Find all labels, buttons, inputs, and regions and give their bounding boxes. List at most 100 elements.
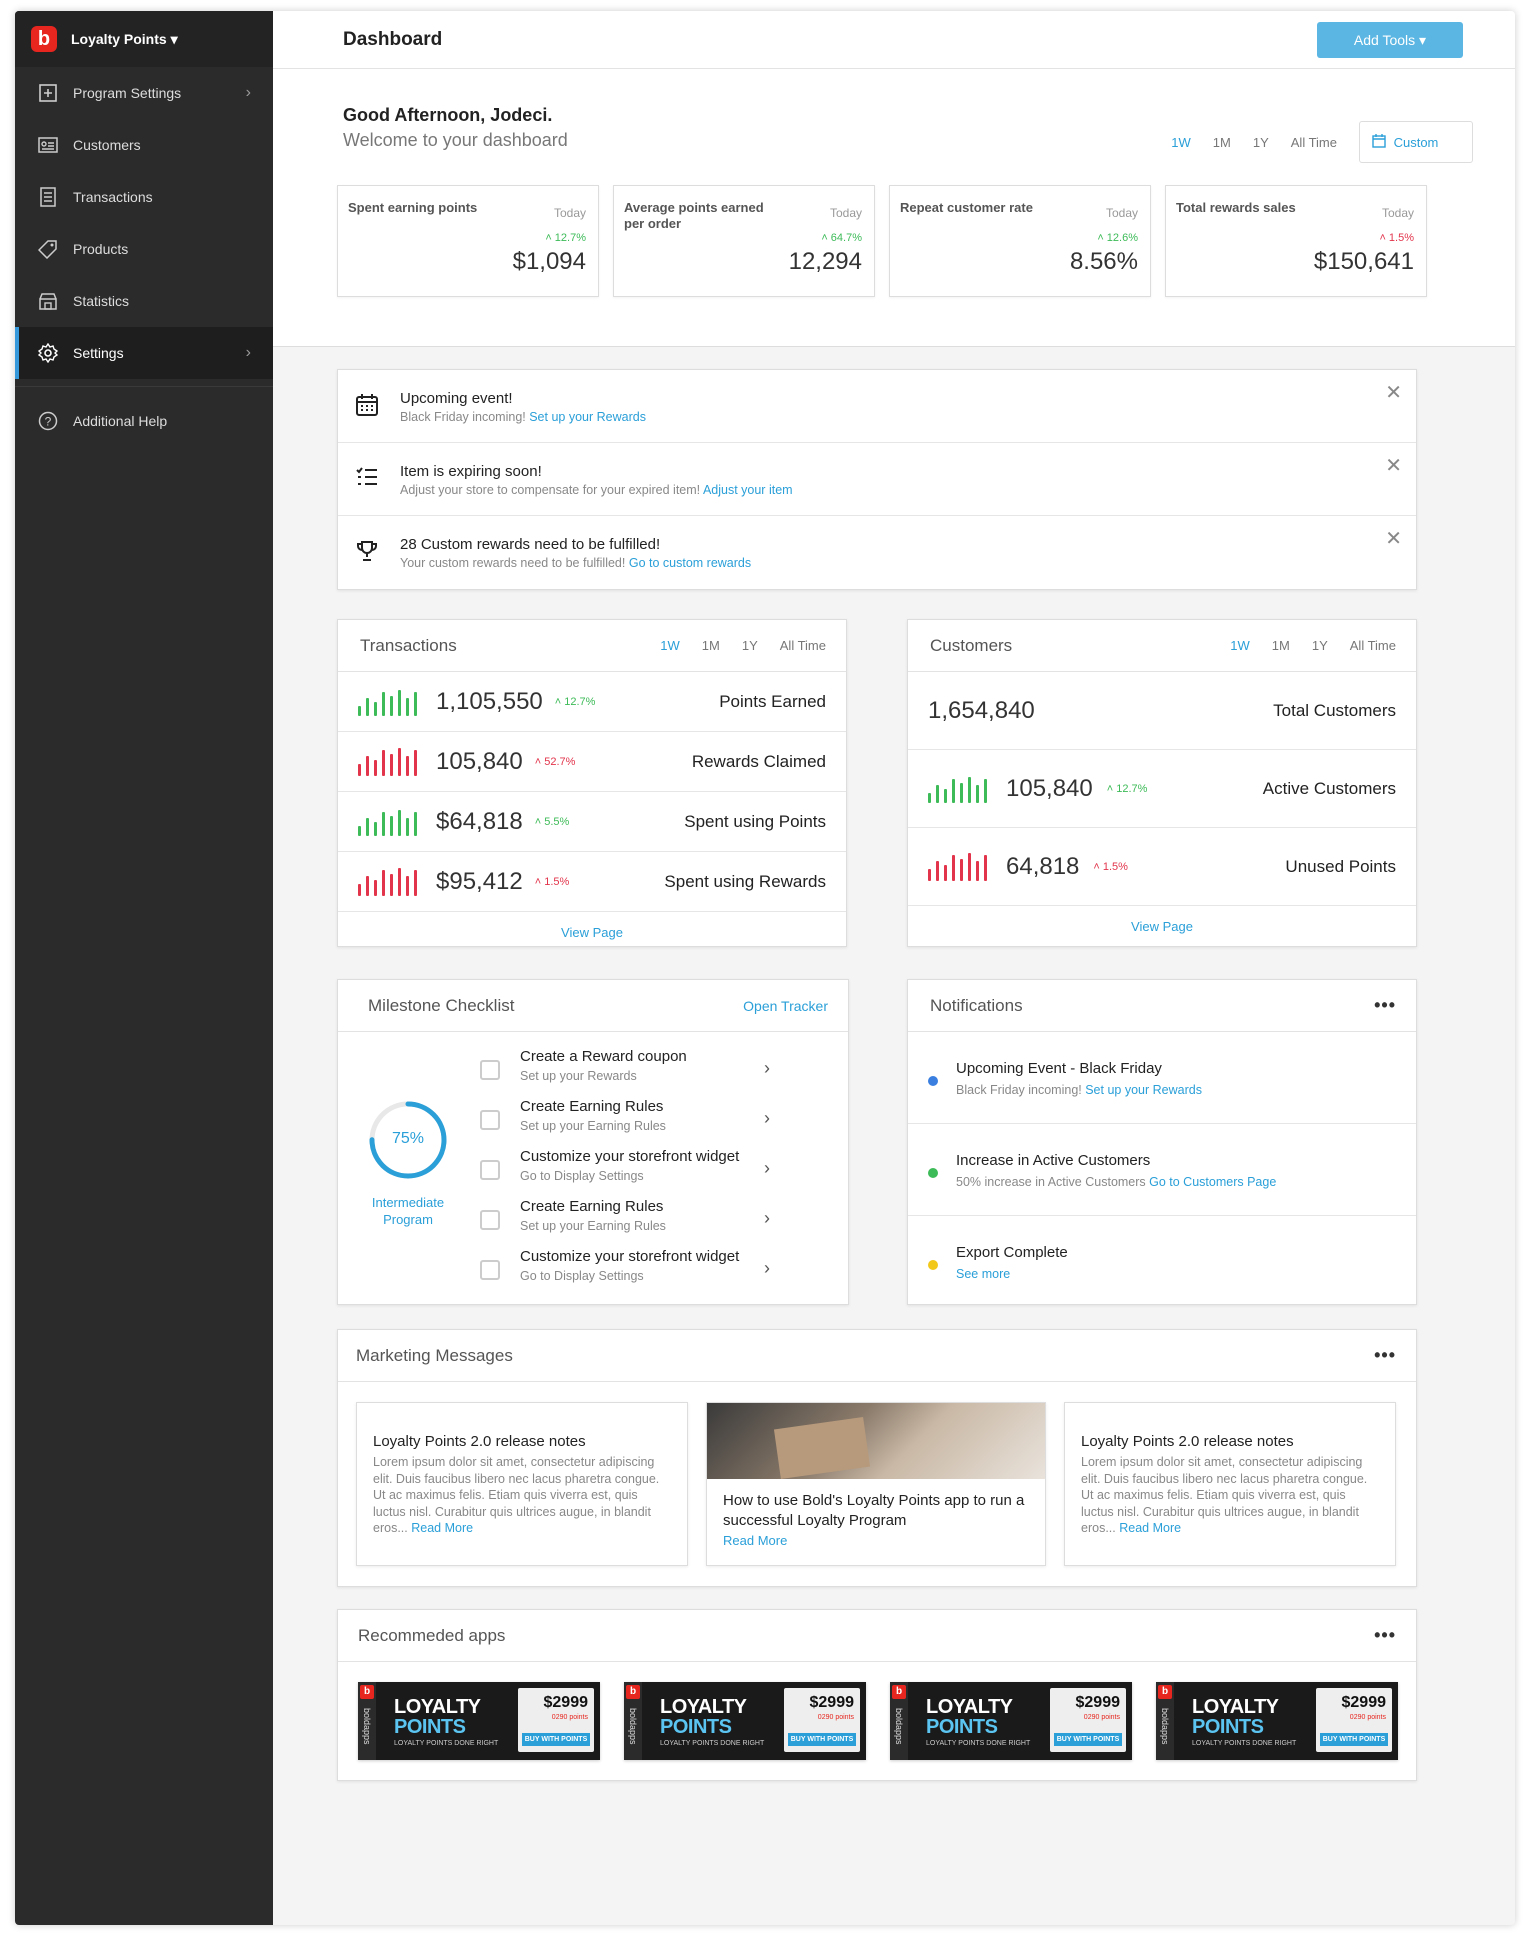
table-row[interactable]: 1,105,550 ˄ 12.7% Points Earned — [338, 672, 846, 732]
checkbox[interactable] — [480, 1110, 500, 1130]
vendor-label: boldapps — [894, 1708, 904, 1745]
checkbox[interactable] — [480, 1060, 500, 1080]
sidebar-item-products[interactable]: Products — [15, 223, 273, 275]
sidebar-item-label: Settings — [73, 345, 124, 361]
close-icon[interactable]: ✕ — [1385, 380, 1402, 405]
card-header: Customers 1W 1M 1Y All Time — [908, 620, 1416, 672]
range-1m[interactable]: 1M — [1213, 135, 1231, 150]
checkbox[interactable] — [480, 1210, 500, 1230]
buy-with-points-button[interactable]: BUY WITH POINTS — [1320, 1733, 1388, 1746]
more-icon[interactable]: ••• — [1374, 995, 1396, 1016]
checkbox[interactable] — [480, 1160, 500, 1180]
sparkline-bar — [928, 792, 931, 803]
notification-link[interactable]: See more — [956, 1267, 1010, 1281]
sparkline-bar — [382, 749, 385, 776]
range-1w[interactable]: 1W — [1230, 638, 1250, 653]
alert-link[interactable]: Go to custom rewards — [629, 556, 751, 570]
buy-with-points-button[interactable]: BUY WITH POINTS — [522, 1733, 590, 1746]
sparkline-bar — [960, 782, 963, 803]
marketing-message[interactable]: Loyalty Points 2.0 release notes Lorem i… — [1064, 1402, 1396, 1566]
range-all-time[interactable]: All Time — [1350, 638, 1396, 653]
recommended-apps-card: Recommeded apps ••• b boldapps LOYALTY POIN… — [337, 1609, 1417, 1781]
app-banner[interactable]: b boldapps LOYALTY POINTS LOYALTY POINTS DON… — [358, 1682, 600, 1760]
sidebar-item-program-settings[interactable]: Program Settings › — [15, 67, 273, 119]
metric-label: Total Customers — [1273, 700, 1396, 720]
range-all-time[interactable]: All Time — [1291, 135, 1337, 150]
more-icon[interactable]: ••• — [1374, 1625, 1396, 1646]
range-1m[interactable]: 1M — [702, 638, 720, 653]
stat-card[interactable]: Total rewards sales Today ˄ 1.5% $150,64… — [1165, 185, 1427, 297]
greeting-title: Good Afternoon, Jodeci. — [343, 105, 553, 125]
calendar-icon — [356, 394, 378, 422]
metric-value: $95,412 — [436, 867, 523, 895]
checklist-title: Customize your storefront widget — [520, 1248, 740, 1265]
custom-range-button[interactable]: Custom — [1359, 121, 1473, 163]
buy-with-points-button[interactable]: BUY WITH POINTS — [1054, 1733, 1122, 1746]
table-row[interactable]: $95,412 ˄ 1.5% Spent using Rewards — [338, 852, 846, 912]
sidebar-item-customers[interactable]: Customers — [15, 119, 273, 171]
notification-link[interactable]: Go to Customers Page — [1149, 1175, 1276, 1189]
read-more-link[interactable]: Read More — [1119, 1521, 1181, 1535]
app-banner[interactable]: b boldapps LOYALTY POINTS LOYALTY POINTS DON… — [1156, 1682, 1398, 1760]
range-1y[interactable]: 1Y — [1253, 135, 1269, 150]
stat-period: Today — [1105, 206, 1138, 220]
checklist-item[interactable]: Create a Reward coupon Set up your Rewar… — [480, 1048, 770, 1098]
add-tools-button[interactable]: Add Tools ▾ — [1317, 22, 1463, 58]
notification-link[interactable]: Set up your Rewards — [1085, 1083, 1202, 1097]
date-range-selector: 1W 1M 1Y All Time Custom — [1171, 121, 1473, 163]
notification-item[interactable]: Increase in Active Customers 50% increas… — [908, 1124, 1416, 1216]
app-switcher[interactable]: Loyalty Points ▾ — [71, 31, 178, 48]
app-banner[interactable]: b boldapps LOYALTY POINTS LOYALTY POINTS DON… — [890, 1682, 1132, 1760]
checklist-desc: Go to Display Settings — [520, 1169, 644, 1183]
sidebar-item-statistics[interactable]: Statistics — [15, 275, 273, 327]
stat-change: ˄ 12.7% — [545, 232, 586, 244]
close-icon[interactable]: ✕ — [1385, 526, 1402, 551]
more-icon[interactable]: ••• — [1374, 1345, 1396, 1366]
stat-label: Average points earned per order — [624, 200, 764, 231]
table-row[interactable]: 64,818 ˄ 1.5% Unused Points — [908, 828, 1416, 906]
table-row[interactable]: 1,654,840 Total Customers — [908, 672, 1416, 750]
view-page-link[interactable]: View Page — [338, 912, 846, 952]
sidebar-item-settings[interactable]: Settings › — [15, 327, 273, 379]
range-1y[interactable]: 1Y — [1312, 638, 1328, 653]
range-1y[interactable]: 1Y — [742, 638, 758, 653]
brand[interactable]: b Loyalty Points ▾ — [15, 11, 273, 67]
checkbox[interactable] — [480, 1260, 500, 1280]
checklist-item[interactable]: Create Earning Rules Set up your Earning… — [480, 1198, 770, 1248]
metric-change: ˄ 1.5% — [1093, 860, 1128, 873]
notification-item[interactable]: Upcoming Event - Black Friday Black Frid… — [908, 1032, 1416, 1124]
open-tracker-link[interactable]: Open Tracker — [743, 998, 828, 1014]
range-1m[interactable]: 1M — [1272, 638, 1290, 653]
table-row[interactable]: 105,840 ˄ 52.7% Rewards Claimed — [338, 732, 846, 792]
sidebar-item-additional-help[interactable]: ? Additional Help — [15, 395, 273, 447]
read-more-link[interactable]: Read More — [723, 1533, 1029, 1548]
view-page-link[interactable]: View Page — [908, 906, 1416, 946]
checklist-item[interactable]: Create Earning Rules Set up your Earning… — [480, 1098, 770, 1148]
marketing-message[interactable]: Loyalty Points 2.0 release notes Lorem i… — [356, 1402, 688, 1566]
stat-card[interactable]: Average points earned per order Today ˄ … — [613, 185, 875, 297]
buy-with-points-button[interactable]: BUY WITH POINTS — [788, 1733, 856, 1746]
alert-link[interactable]: Adjust your item — [703, 483, 793, 497]
range-1w[interactable]: 1W — [660, 638, 680, 653]
table-row[interactable]: $64,818 ˄ 5.5% Spent using Points — [338, 792, 846, 852]
card-header: Marketing Messages ••• — [338, 1330, 1416, 1382]
stat-card[interactable]: Repeat customer rate Today ˄ 12.6% 8.56% — [889, 185, 1151, 297]
range-1w[interactable]: 1W — [1171, 135, 1191, 150]
metric-label: Points Earned — [719, 691, 826, 711]
close-icon[interactable]: ✕ — [1385, 453, 1402, 478]
range-all-time[interactable]: All Time — [780, 638, 826, 653]
alert-link[interactable]: Set up your Rewards — [529, 410, 646, 424]
checklist-item[interactable]: Customize your storefront widget Go to D… — [480, 1248, 770, 1298]
sidebar-item-transactions[interactable]: Transactions — [15, 171, 273, 223]
stat-card[interactable]: Spent earning points Today ˄ 12.7% $1,09… — [337, 185, 599, 297]
sparkline-bar — [944, 788, 947, 803]
table-row[interactable]: 105,840 ˄ 12.7% Active Customers — [908, 750, 1416, 828]
marketing-message[interactable]: How to use Bold's Loyalty Points app to … — [706, 1402, 1046, 1566]
app-banner[interactable]: b boldapps LOYALTY POINTS LOYALTY POINTS DON… — [624, 1682, 866, 1760]
read-more-link[interactable]: Read More — [411, 1521, 473, 1535]
checklist-item[interactable]: Customize your storefront widget Go to D… — [480, 1148, 770, 1198]
chevron-right-icon: › — [764, 1158, 770, 1178]
alert-item: Upcoming event! Black Friday incoming! S… — [338, 370, 1416, 443]
notification-item[interactable]: Export Complete See more — [908, 1216, 1416, 1308]
main-content: Dashboard Add Tools ▾ Good Afternoon, Jo… — [273, 11, 1515, 1925]
